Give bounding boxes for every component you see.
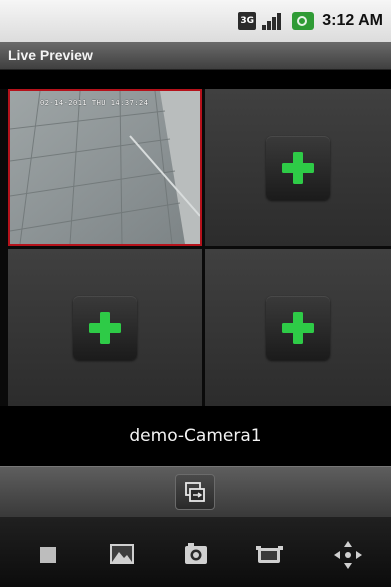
status-bar: 3G 3:12 AM [0, 0, 391, 42]
snapshot-icon [185, 543, 207, 564]
camera-name-bar: demo-Camera1 [0, 406, 391, 466]
add-camera-button[interactable] [266, 135, 330, 200]
page-title: Live Preview [8, 47, 93, 63]
feed-timestamp: 02-14-2011 THU 14:37:24 [40, 99, 149, 107]
plus-icon [89, 311, 121, 344]
snapshot-button[interactable] [178, 537, 214, 573]
status-icons: 3G 3:12 AM [238, 9, 383, 33]
camera-slot-4 [205, 249, 391, 406]
ptz-icon [334, 541, 362, 569]
camera-name: demo-Camera1 [129, 426, 262, 446]
signal-strength-icon [262, 12, 286, 30]
switch-layout-button[interactable] [175, 474, 215, 510]
preview-grid: 02-14-2011 THU 14:37:24 [0, 89, 391, 406]
stop-button[interactable] [30, 537, 66, 573]
plus-icon [282, 311, 314, 344]
camera-feed-cell[interactable]: 02-14-2011 THU 14:37:24 [8, 89, 202, 246]
camera-slot-2 [205, 89, 391, 246]
add-camera-button[interactable] [266, 295, 330, 360]
battery-icon [292, 12, 315, 30]
gallery-icon [110, 544, 134, 564]
network-3g-icon: 3G [238, 12, 257, 30]
camera-slot-3 [8, 249, 202, 406]
stop-icon [40, 547, 56, 563]
plus-icon [282, 151, 314, 184]
title-bar: Live Preview [0, 42, 391, 70]
gallery-button[interactable] [104, 537, 140, 573]
bottom-toolbar [0, 516, 391, 587]
add-camera-button[interactable] [73, 295, 137, 360]
record-button[interactable] [252, 537, 288, 573]
record-icon [256, 546, 283, 563]
status-time: 3:12 AM [322, 12, 383, 29]
switch-icon [185, 482, 205, 502]
camera-feed-image [10, 91, 200, 244]
ptz-button[interactable] [330, 537, 366, 573]
switch-bar [0, 466, 391, 516]
